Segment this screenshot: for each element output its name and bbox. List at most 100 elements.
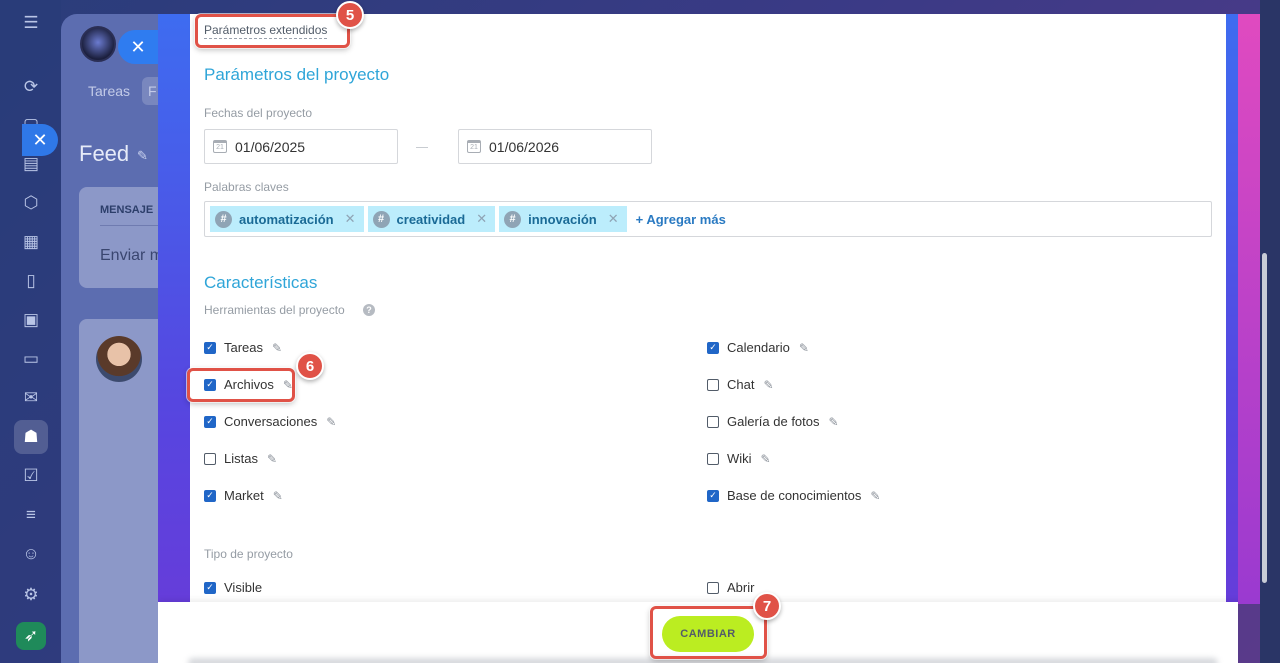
checkbox[interactable]: ✓ bbox=[204, 415, 216, 428]
tag-label: innovación bbox=[528, 211, 597, 227]
tool-listas[interactable]: Listas ✎ bbox=[204, 451, 277, 466]
hash-icon: # bbox=[372, 210, 390, 228]
decorative-strip bbox=[1238, 14, 1260, 604]
features-title: Características bbox=[204, 273, 318, 292]
highlight-save-button bbox=[650, 606, 767, 659]
step-badge-6: 6 bbox=[296, 352, 324, 380]
flow-icon[interactable]: ⟳ bbox=[14, 70, 48, 104]
robot-icon[interactable]: ☺ bbox=[14, 537, 48, 571]
tag-label: creatividad bbox=[396, 211, 466, 227]
close-slider-button[interactable]: ✕ bbox=[118, 30, 158, 64]
highlight-archivos bbox=[187, 368, 295, 402]
add-keyword-link[interactable]: + Agregar más bbox=[636, 212, 726, 227]
highlight-extended-params bbox=[195, 14, 350, 48]
project-params-title: Parámetros del proyecto bbox=[204, 65, 390, 84]
keywords-field[interactable]: # automatización ✕ # creatividad ✕ # inn… bbox=[204, 201, 1212, 237]
tools-label: Herramientas del proyecto bbox=[204, 303, 345, 317]
tool-tareas[interactable]: ✓ Tareas ✎ bbox=[204, 340, 282, 355]
remove-tag-icon[interactable]: ✕ bbox=[476, 211, 487, 227]
tool-chat[interactable]: Chat ✎ bbox=[707, 377, 774, 392]
pin-icon[interactable]: ✎ bbox=[137, 148, 148, 164]
calendar-icon[interactable]: ▦ bbox=[14, 225, 48, 259]
menu-icon[interactable]: ☰ bbox=[14, 6, 48, 40]
close-icon[interactable]: ✕ bbox=[22, 124, 58, 156]
pencil-icon[interactable]: ✎ bbox=[273, 489, 283, 503]
checkbox[interactable] bbox=[707, 581, 719, 594]
help-icon[interactable]: ? bbox=[363, 304, 375, 316]
checkbox[interactable]: ✓ bbox=[204, 581, 216, 594]
start-date-input[interactable]: 21 01/06/2025 bbox=[204, 129, 398, 164]
pencil-icon[interactable]: ✎ bbox=[267, 452, 277, 466]
calendar-icon: 21 bbox=[467, 140, 481, 153]
pencil-icon[interactable]: ✎ bbox=[870, 489, 880, 503]
type-visible[interactable]: ✓ Visible bbox=[204, 580, 262, 595]
remove-tag-icon[interactable]: ✕ bbox=[345, 211, 356, 227]
message-tab[interactable]: MENSAJE bbox=[100, 204, 153, 216]
page-title: Feed bbox=[79, 141, 130, 166]
checkbox[interactable] bbox=[204, 452, 216, 465]
remove-tag-icon[interactable]: ✕ bbox=[608, 211, 619, 227]
type-abrir[interactable]: Abrir bbox=[707, 580, 754, 595]
settings-form: Parámetros extendidos Parámetros del pro… bbox=[190, 14, 1226, 602]
tool-market[interactable]: ✓ Market ✎ bbox=[204, 488, 283, 503]
rocket-icon[interactable]: ➶ bbox=[16, 622, 46, 650]
post-form: MENSAJE Enviar m bbox=[79, 187, 170, 288]
step-badge-7: 7 bbox=[753, 592, 781, 620]
hash-icon: # bbox=[504, 210, 522, 228]
step-badge-5: 5 bbox=[336, 1, 364, 29]
check-icon[interactable]: ☑ bbox=[14, 459, 48, 493]
presentation-icon[interactable]: ▣ bbox=[14, 303, 48, 337]
app-sidebar: ☰ ⟳ ▢ ▤ ⬡ ▦ ▯ ▣ ▭ ✉ ☗ ☑ ≡ ☺ ⚙ ➶ bbox=[0, 0, 61, 663]
date-separator bbox=[416, 147, 428, 148]
tool-base-conocimientos[interactable]: ✓ Base de conocimientos ✎ bbox=[707, 488, 880, 503]
file-icon[interactable]: ▯ bbox=[14, 264, 48, 298]
pencil-icon[interactable]: ✎ bbox=[799, 341, 809, 355]
checkbox[interactable]: ✓ bbox=[707, 489, 719, 502]
hexagon-icon[interactable]: ⬡ bbox=[14, 186, 48, 220]
type-label: Abrir bbox=[727, 580, 755, 595]
gear-icon[interactable]: ⚙ bbox=[14, 578, 48, 612]
tag-label: automatización bbox=[239, 211, 334, 227]
pencil-icon[interactable]: ✎ bbox=[272, 341, 282, 355]
end-date-input[interactable]: 21 01/06/2026 bbox=[458, 129, 652, 164]
pencil-icon[interactable]: ✎ bbox=[326, 415, 336, 429]
pencil-icon[interactable]: ✎ bbox=[763, 378, 773, 392]
funnel-icon[interactable]: ≡ bbox=[14, 498, 48, 532]
hash-icon: # bbox=[215, 210, 232, 228]
checkbox[interactable] bbox=[707, 452, 719, 465]
start-date-value: 01/06/2025 bbox=[235, 138, 306, 155]
tool-galeria[interactable]: Galería de fotos ✎ bbox=[707, 414, 839, 429]
user-avatar[interactable] bbox=[96, 336, 142, 382]
tool-label: Tareas bbox=[224, 340, 264, 355]
tool-label: Calendario bbox=[727, 340, 790, 355]
scrollbar[interactable] bbox=[1262, 253, 1267, 583]
checkbox[interactable]: ✓ bbox=[204, 489, 216, 502]
checkbox[interactable] bbox=[707, 378, 719, 391]
tool-label: Chat bbox=[727, 377, 755, 392]
tool-conversaciones[interactable]: ✓ Conversaciones ✎ bbox=[204, 414, 336, 429]
checkbox[interactable] bbox=[707, 415, 719, 428]
keyword-tag: # automatización ✕ bbox=[210, 206, 364, 232]
people-icon[interactable]: ☗ bbox=[14, 420, 48, 454]
tool-label: Listas bbox=[224, 451, 258, 466]
mail-icon[interactable]: ✉ bbox=[14, 381, 48, 415]
pencil-icon[interactable]: ✎ bbox=[829, 415, 839, 429]
tab-tareas[interactable]: Tareas bbox=[88, 83, 130, 99]
tool-label: Conversaciones bbox=[224, 414, 318, 429]
pencil-icon[interactable]: ✎ bbox=[761, 452, 771, 466]
keyword-tag: # innovación ✕ bbox=[499, 206, 627, 232]
card-icon[interactable]: ▭ bbox=[14, 342, 48, 376]
dates-label: Fechas del proyecto bbox=[204, 106, 313, 120]
tool-label: Base de conocimientos bbox=[727, 488, 862, 503]
post-input[interactable]: Enviar m bbox=[100, 247, 163, 265]
end-date-value: 01/06/2026 bbox=[489, 138, 560, 155]
checkbox[interactable]: ✓ bbox=[204, 341, 216, 354]
avatar[interactable] bbox=[80, 26, 116, 62]
tool-wiki[interactable]: Wiki ✎ bbox=[707, 451, 771, 466]
project-settings-slider: Parámetros extendidos Parámetros del pro… bbox=[158, 14, 1238, 663]
tool-calendario[interactable]: ✓ Calendario ✎ bbox=[707, 340, 809, 355]
calendar-icon: 21 bbox=[213, 140, 227, 153]
checkbox[interactable]: ✓ bbox=[707, 341, 719, 354]
keywords-label: Palabras claves bbox=[204, 180, 289, 194]
keyword-tag: # creatividad ✕ bbox=[367, 206, 496, 232]
